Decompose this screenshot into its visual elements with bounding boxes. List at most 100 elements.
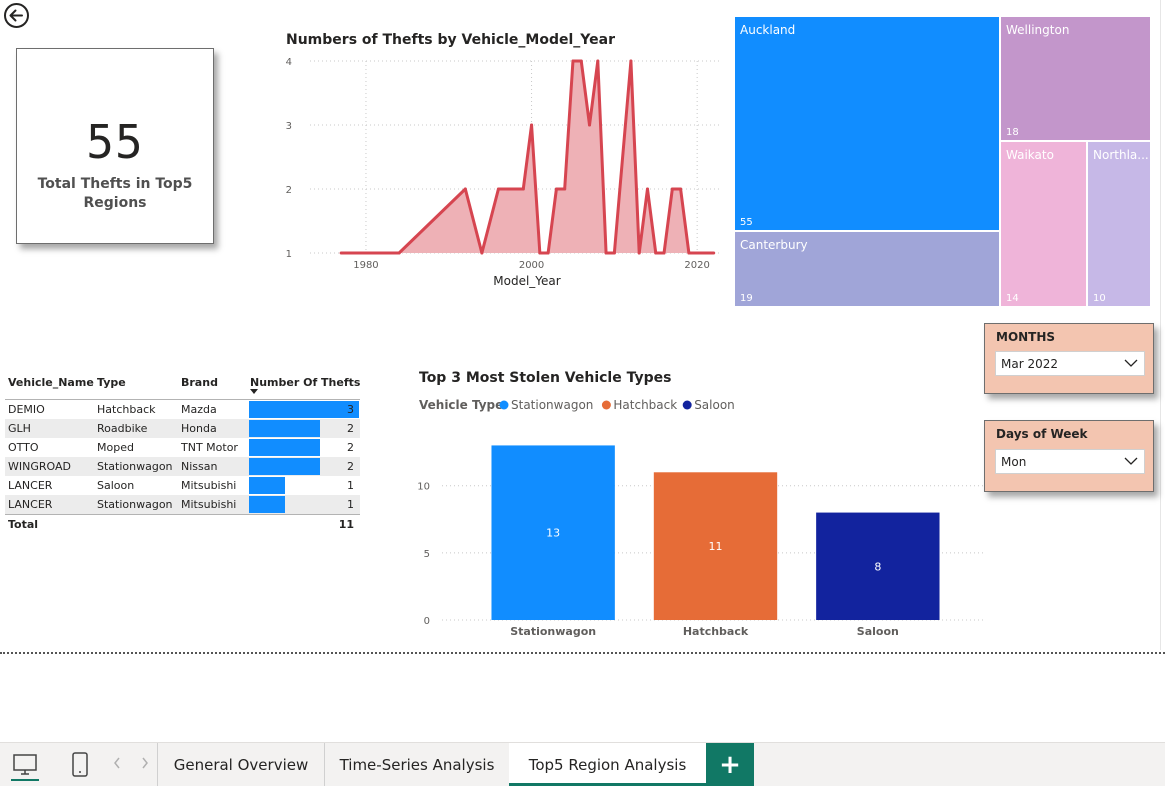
y-tick-label: 10 [417, 482, 430, 493]
data-point [480, 251, 484, 255]
thefts-data-bar [249, 439, 320, 456]
column-header-type[interactable]: Type [97, 376, 126, 389]
chevron-left-icon[interactable] [113, 757, 121, 769]
desktop-view-icon[interactable] [10, 749, 40, 781]
region-treemap[interactable]: Auckland 55 Canterbury 19 Wellington 18 … [734, 16, 1151, 307]
table-row[interactable]: LANCER Saloon Mitsubishi 1 [5, 476, 360, 495]
area-chart[interactable]: 4 3 2 1 1980 2000 2020 Model_Year [270, 48, 730, 293]
cell-vehicle-name: OTTO [8, 441, 39, 454]
months-dropdown-value: Mar 2022 [1001, 357, 1058, 371]
thefts-data-bar [249, 496, 285, 513]
legend-item: Hatchback [613, 398, 677, 412]
months-slicer-title: MONTHS [996, 330, 1056, 344]
table-row[interactable]: GLH Roadbike Honda 2 [5, 419, 360, 438]
plus-icon: + [719, 750, 741, 780]
legend-marker [601, 400, 611, 410]
x-tick-label: Stationwagon [510, 625, 596, 638]
y-tick-label: 4 [286, 57, 292, 68]
chevron-down-icon [1124, 457, 1138, 465]
x-tick-label: Hatchback [683, 625, 749, 638]
cell-vehicle-name: WINGROAD [8, 460, 71, 473]
column-header-brand[interactable]: Brand [181, 376, 218, 389]
cell-thefts: 1 [347, 498, 354, 511]
table-row[interactable]: WINGROAD Stationwagon Nissan 2 [5, 457, 360, 476]
cell-type: Saloon [97, 479, 135, 492]
data-point [588, 123, 592, 127]
cell-thefts: 2 [347, 422, 354, 435]
data-point [571, 59, 575, 63]
days-dropdown-value: Mon [1001, 455, 1027, 469]
data-point [397, 251, 401, 255]
days-slicer-title: Days of Week [996, 427, 1088, 441]
months-slicer[interactable]: MONTHS Mar 2022 [984, 323, 1154, 394]
cell-brand: TNT Motor [181, 441, 238, 454]
treemap-label: Northla... [1093, 148, 1149, 162]
kpi-card[interactable]: 55 Total Thefts in Top5 Regions [16, 48, 214, 244]
treemap-label: Auckland [740, 23, 796, 37]
data-point [687, 251, 691, 255]
cell-brand: Mazda [181, 403, 217, 416]
treemap-cell-waikato[interactable]: Waikato 14 [1000, 141, 1087, 307]
back-arrow-icon[interactable] [3, 2, 30, 29]
tab-top5-region-analysis[interactable]: Top5 Region Analysis [509, 743, 706, 786]
treemap-cell-northland[interactable]: Northla... 10 [1087, 141, 1151, 307]
cell-brand: Mitsubishi [181, 498, 237, 511]
treemap-cell-canterbury[interactable]: Canterbury 19 [734, 231, 1000, 307]
sort-descending-icon[interactable] [250, 389, 258, 395]
data-point [463, 187, 467, 191]
treemap-cell-auckland[interactable]: Auckland 55 [734, 16, 1000, 231]
legend-marker [499, 400, 509, 410]
mobile-view-icon[interactable] [70, 749, 90, 781]
y-tick-label: 2 [286, 185, 292, 196]
vehicle-table[interactable]: Vehicle_Name Type Brand Number Of Thefts… [5, 372, 360, 533]
cell-type: Roadbike [97, 422, 148, 435]
cell-brand: Mitsubishi [181, 479, 237, 492]
cell-type: Moped [97, 441, 134, 454]
cell-vehicle-name: GLH [8, 422, 31, 435]
page-tab-bar: General Overview Time-Series Analysis To… [0, 742, 1165, 786]
legend-marker [682, 400, 692, 410]
column-header-vehicle-name[interactable]: Vehicle_Name [8, 376, 94, 389]
treemap-value: 55 [740, 217, 753, 228]
days-dropdown[interactable]: Mon [995, 449, 1145, 474]
cell-brand: Nissan [181, 460, 218, 473]
cell-thefts: 1 [347, 479, 354, 492]
cell-thefts: 2 [347, 460, 354, 473]
data-point [496, 187, 500, 191]
data-point [695, 251, 699, 255]
treemap-value: 18 [1006, 127, 1019, 138]
table-row[interactable]: LANCER Stationwagon Mitsubishi 1 [5, 495, 360, 514]
data-point [521, 187, 525, 191]
months-dropdown[interactable]: Mar 2022 [995, 351, 1145, 376]
data-point [339, 251, 343, 255]
tab-label: Time-Series Analysis [339, 756, 495, 774]
legend-item: Stationwagon [511, 398, 593, 412]
data-point [712, 251, 716, 255]
data-point [637, 251, 641, 255]
page-boundary-line [0, 652, 1165, 654]
data-point [662, 251, 666, 255]
treemap-value: 10 [1093, 293, 1106, 304]
bar-chart[interactable]: Vehicle Type Stationwagon Hatchback Saloon 0… [410, 392, 990, 642]
cell-type: Stationwagon [97, 498, 173, 511]
tab-general-overview[interactable]: General Overview [158, 743, 324, 786]
data-point [654, 251, 658, 255]
y-tick-label: 5 [424, 549, 430, 560]
legend-item: Saloon [694, 398, 735, 412]
treemap-cell-wellington[interactable]: Wellington 18 [1000, 16, 1151, 141]
x-axis-title: Model_Year [493, 274, 561, 288]
chevron-right-icon[interactable] [141, 757, 149, 769]
data-point [629, 59, 633, 63]
y-tick-label: 3 [286, 121, 292, 132]
table-row[interactable]: DEMIO Hatchback Mazda 3 [5, 400, 360, 419]
table-row[interactable]: OTTO Moped TNT Motor 2 [5, 438, 360, 457]
data-point [530, 123, 534, 127]
tab-label: Top5 Region Analysis [528, 756, 687, 774]
column-header-number-of-thefts[interactable]: Number Of Thefts [250, 376, 360, 389]
add-page-button[interactable]: + [706, 743, 754, 786]
days-slicer[interactable]: Days of Week Mon [984, 420, 1154, 492]
tab-label: General Overview [173, 756, 309, 774]
tab-time-series-analysis[interactable]: Time-Series Analysis [325, 743, 509, 786]
area-chart-title: Numbers of Thefts by Vehicle_Model_Year [286, 32, 615, 48]
cell-type: Hatchback [97, 403, 156, 416]
